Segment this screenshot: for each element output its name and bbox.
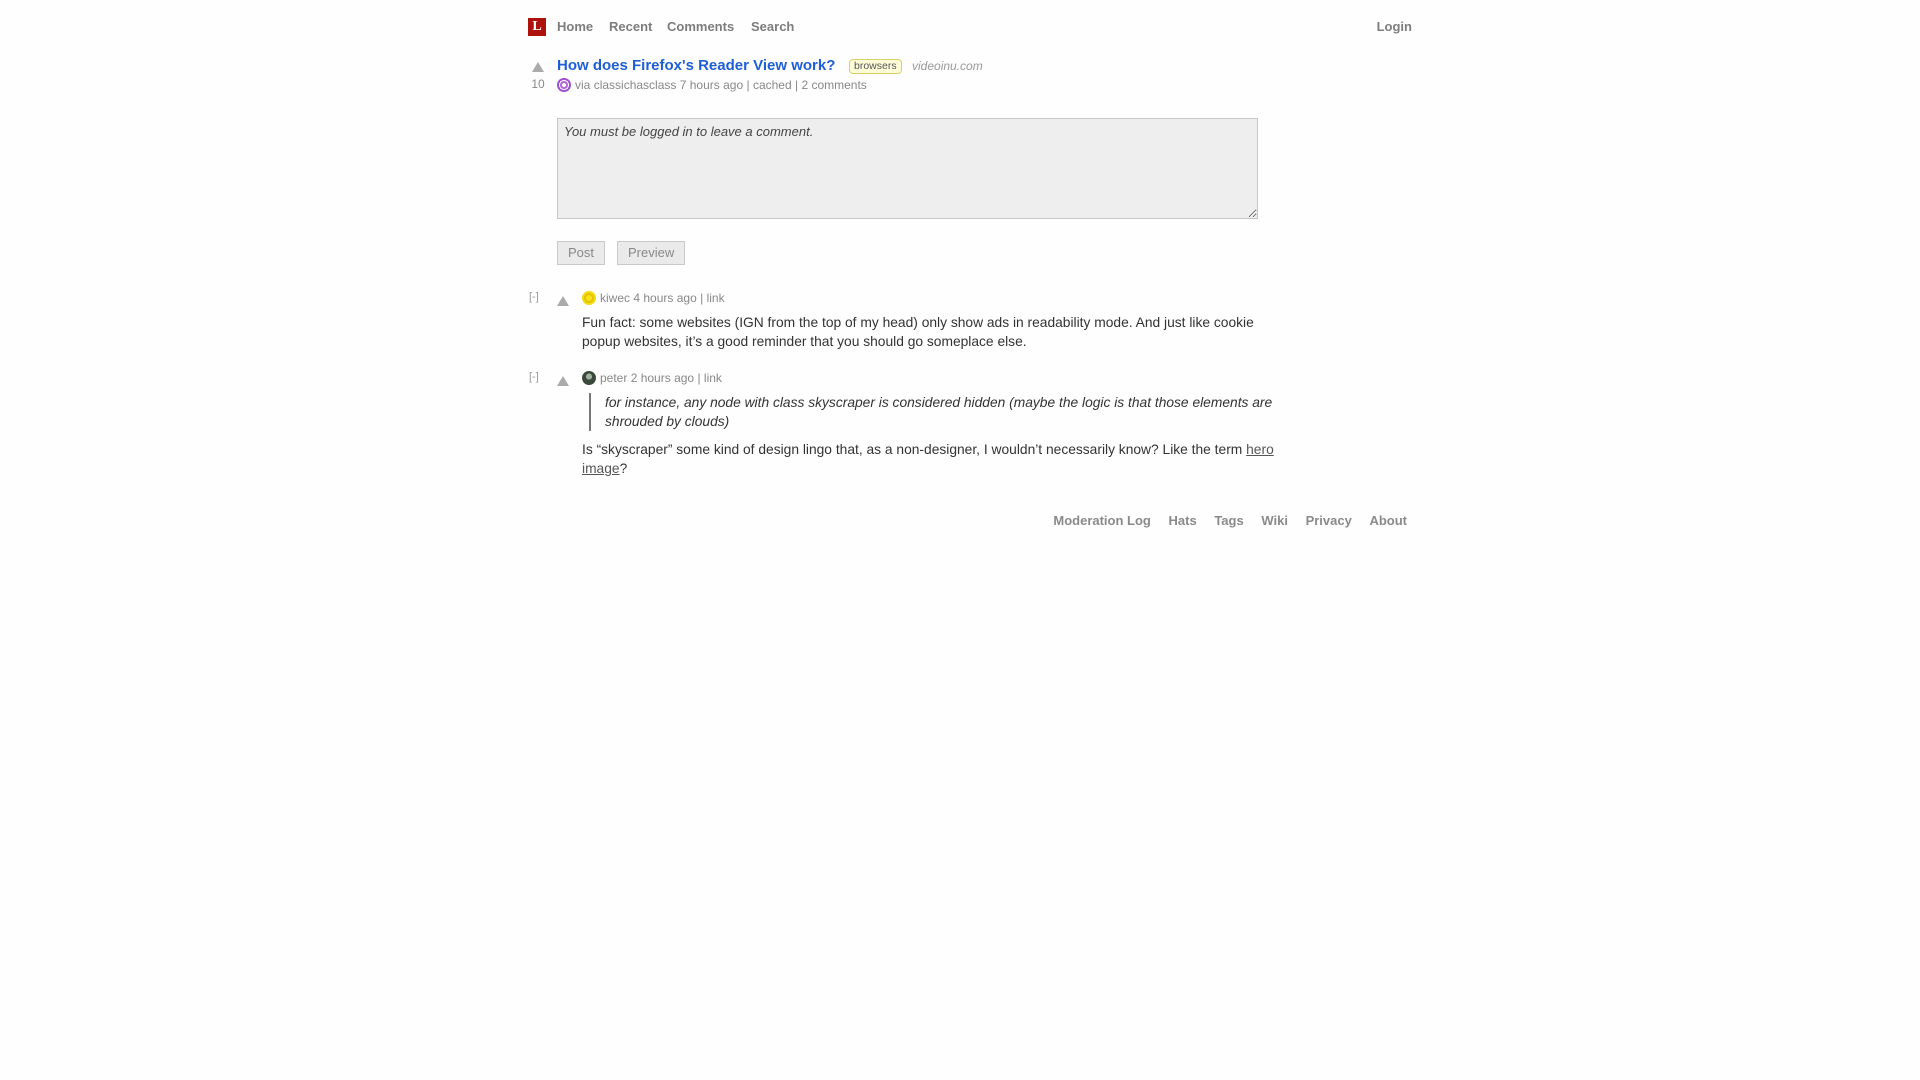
- user-avatar-icon[interactable]: [582, 371, 596, 385]
- comment-time: 2 hours ago: [630, 371, 695, 385]
- user-avatar-icon[interactable]: [557, 78, 571, 92]
- comment-text-part: ?: [619, 461, 628, 476]
- comment-collapse-toggle[interactable]: [-]: [529, 371, 539, 383]
- nav-comments-link[interactable]: Comments: [667, 19, 734, 34]
- footer-about-link[interactable]: About: [1369, 513, 1407, 528]
- comment-byline: peter 2 hours ago | link: [582, 371, 722, 385]
- comment-byline: kiwec 4 hours ago | link: [582, 291, 725, 305]
- story-upvote-arrow-icon[interactable]: [532, 62, 544, 72]
- user-avatar-icon[interactable]: [582, 291, 596, 305]
- footer-tags-link[interactable]: Tags: [1214, 513, 1243, 528]
- comment-permalink[interactable]: link: [704, 371, 722, 385]
- story-score: 10: [531, 77, 545, 91]
- nav-recent-link[interactable]: Recent: [609, 19, 652, 34]
- nav-login-link[interactable]: Login: [1377, 19, 1412, 34]
- story-time: 7 hours ago: [679, 78, 744, 92]
- comment-time: 4 hours ago: [633, 291, 697, 305]
- story-tag-badge[interactable]: browsers: [849, 59, 902, 74]
- post-button[interactable]: Post: [557, 241, 606, 265]
- comment-form: Post Preview: [557, 118, 1258, 265]
- story-cached-link[interactable]: cached: [753, 78, 792, 92]
- comment-text: Fun fact: some websites (IGN from the to…: [582, 315, 1254, 349]
- footer-wiki-link[interactable]: Wiki: [1261, 513, 1288, 528]
- comment-text-part: Is “skyscraper” some kind of design ling…: [582, 442, 1247, 457]
- comment-author-link[interactable]: kiwec: [600, 291, 630, 305]
- comment-upvote-arrow-icon[interactable]: [557, 296, 569, 306]
- site-header: L Home Recent Comments Search Login: [528, 17, 1418, 37]
- site-footer: Moderation Log Hats Tags Wiki Privacy Ab…: [1039, 513, 1407, 528]
- comment-blockquote: for instance, any node with class skyscr…: [589, 393, 1285, 431]
- comment-collapse-toggle[interactable]: [-]: [529, 291, 539, 303]
- nav-home-link[interactable]: Home: [557, 19, 593, 34]
- footer-privacy-link[interactable]: Privacy: [1306, 513, 1352, 528]
- footer-moderation-log-link[interactable]: Moderation Log: [1053, 513, 1151, 528]
- comment-text: Is “skyscraper” some kind of design ling…: [582, 440, 1282, 478]
- comment-textarea[interactable]: [557, 118, 1258, 219]
- story-author-link[interactable]: classichasclass: [594, 78, 677, 92]
- comment-author-link[interactable]: peter: [600, 371, 627, 385]
- separator: |: [746, 78, 750, 92]
- comment-upvote-arrow-icon[interactable]: [557, 376, 569, 386]
- preview-button[interactable]: Preview: [617, 241, 686, 265]
- story-domain-link[interactable]: videoinu.com: [912, 59, 983, 73]
- byline-via: via: [575, 78, 591, 92]
- comment-permalink[interactable]: link: [707, 291, 725, 305]
- footer-hats-link[interactable]: Hats: [1169, 513, 1197, 528]
- nav-search-link[interactable]: Search: [751, 19, 794, 34]
- separator: |: [700, 291, 704, 305]
- site-logo[interactable]: L: [528, 18, 546, 36]
- separator: |: [697, 371, 701, 385]
- separator: |: [794, 78, 799, 92]
- story-byline: via classichasclass 7 hours ago | cached…: [557, 78, 867, 92]
- story-title-link[interactable]: How does Firefox's Reader View work?: [557, 57, 835, 74]
- story-comments-link[interactable]: 2 comments: [801, 78, 866, 92]
